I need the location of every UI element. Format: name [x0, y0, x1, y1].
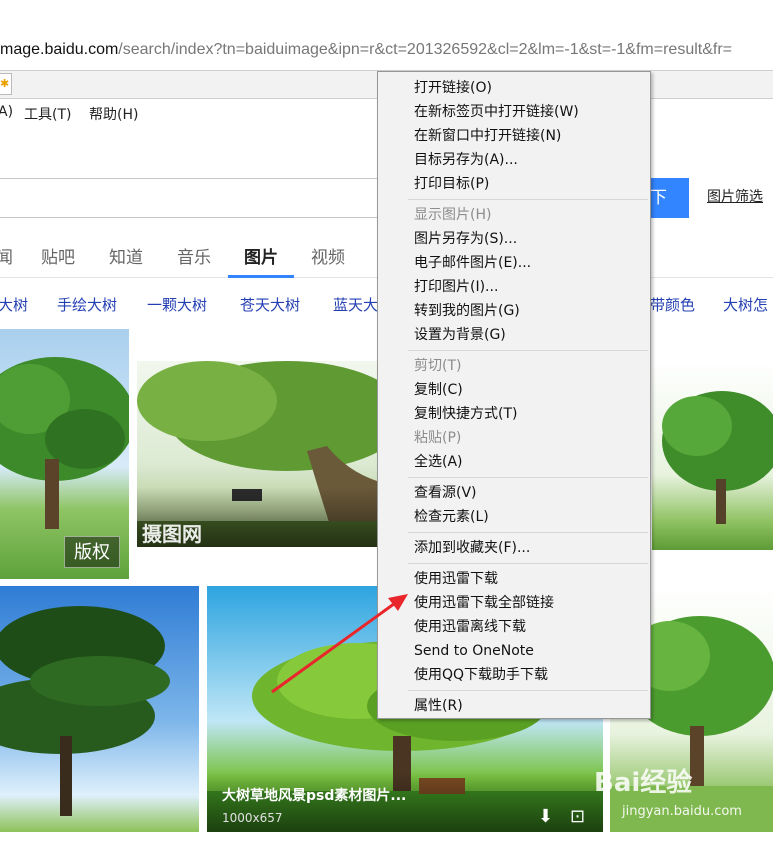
context-menu-item[interactable]: 在新标签页中打开链接(W)	[414, 100, 579, 124]
related-link[interactable]: 带颜色	[650, 294, 695, 315]
context-menu-item[interactable]: 使用迅雷下载全部链接	[414, 591, 554, 615]
download-icon[interactable]: ⬇	[538, 806, 553, 827]
active-tab-underline	[228, 275, 294, 278]
context-menu: 打开链接(O) 在新标签页中打开链接(W) 在新窗口中打开链接(N) 目标另存为(A)…	[377, 71, 651, 719]
context-menu-item: 剪切(T)	[414, 358, 462, 374]
menu-item-partial[interactable]: A)	[0, 104, 13, 120]
menu-separator	[408, 477, 648, 478]
url-host: mage.baidu.com	[0, 41, 119, 58]
menu-separator	[408, 199, 648, 200]
context-menu-item[interactable]: 图片另存为(S)...	[414, 227, 517, 251]
menu-separator	[408, 563, 648, 564]
menu-item-tools[interactable]: 工具(T)	[24, 104, 71, 124]
menu-item-help[interactable]: 帮助(H)	[89, 104, 138, 124]
baidu-jingyan-watermark: Bai经验	[594, 768, 693, 798]
context-menu-item[interactable]: 目标另存为(A)...	[414, 148, 518, 172]
related-link[interactable]: 大树	[0, 294, 28, 315]
context-menu-item[interactable]: Send to OneNote	[414, 639, 534, 663]
tab-zhidao[interactable]: 知道	[109, 243, 143, 268]
context-menu-item[interactable]: 使用迅雷下载	[414, 567, 498, 591]
related-link[interactable]: 苍天大树	[240, 294, 300, 315]
context-menu-item[interactable]: 打印目标(P)	[414, 172, 489, 196]
related-link[interactable]: 手绘大树	[57, 294, 117, 315]
url-path: /search/index?tn=baiduimage&ipn=r&ct=201…	[118, 41, 732, 58]
context-menu-item[interactable]: 查看源(V)	[414, 481, 477, 505]
context-menu-item: 粘贴(P)	[414, 430, 462, 446]
image-filter-link[interactable]: 图片筛选	[707, 186, 763, 206]
menu-separator	[408, 350, 648, 351]
tab-news[interactable]: 闻	[0, 243, 13, 268]
context-menu-item[interactable]: 在新窗口中打开链接(N)	[414, 124, 561, 148]
context-menu-item[interactable]: 打印图片(I)...	[414, 275, 498, 299]
tab-video[interactable]: 视频	[311, 243, 345, 268]
related-link[interactable]: 蓝天大	[333, 294, 378, 315]
context-menu-item[interactable]: 添加到收藏夹(F)...	[414, 536, 530, 560]
image-title[interactable]: 大树草地风景psd素材图片...	[222, 785, 406, 805]
related-link[interactable]: 一颗大树	[147, 294, 207, 315]
tree-image	[0, 606, 170, 816]
context-menu-item[interactable]: 转到我的图片(G)	[414, 299, 520, 323]
similar-search-icon[interactable]: ⊡	[570, 806, 585, 827]
tree-image	[662, 391, 773, 524]
context-menu-item[interactable]: 打开链接(O)	[414, 76, 492, 100]
context-menu-item[interactable]: 检查元素(L)	[414, 505, 489, 529]
related-link[interactable]: 大树怎	[723, 294, 768, 315]
context-menu-item[interactable]: 使用QQ下载助手下载	[414, 663, 548, 687]
tab-music[interactable]: 音乐	[177, 243, 211, 268]
image-size: 1000x657	[222, 811, 283, 825]
context-menu-item: 显示图片(H)	[414, 207, 492, 223]
tab-images[interactable]: 图片	[244, 243, 278, 268]
copyright-badge: 版权	[64, 536, 120, 568]
menu-separator	[408, 532, 648, 533]
context-menu-item[interactable]: 复制(C)	[414, 378, 463, 402]
context-menu-item[interactable]: 复制快捷方式(T)	[414, 402, 517, 426]
stock-watermark: 摄图网	[142, 522, 202, 546]
image-result-tree-3[interactable]	[652, 361, 773, 550]
watermark-url: jingyan.baidu.com	[622, 804, 742, 819]
context-menu-item[interactable]: 全选(A)	[414, 450, 463, 474]
tab-tieba[interactable]: 贴吧	[41, 243, 75, 268]
context-menu-item[interactable]: 设置为背景(G)	[414, 323, 506, 347]
address-bar[interactable]: mage.baidu.com/search/index?tn=baiduimag…	[0, 34, 773, 66]
context-menu-item[interactable]: 电子邮件图片(E)...	[414, 251, 531, 275]
menu-separator	[408, 690, 648, 691]
page-icon[interactable]: ✱	[0, 73, 12, 95]
image-result-tree-4[interactable]	[0, 586, 199, 832]
context-menu-item[interactable]: 属性(R)	[414, 694, 463, 718]
context-menu-item[interactable]: 使用迅雷离线下载	[414, 615, 526, 639]
